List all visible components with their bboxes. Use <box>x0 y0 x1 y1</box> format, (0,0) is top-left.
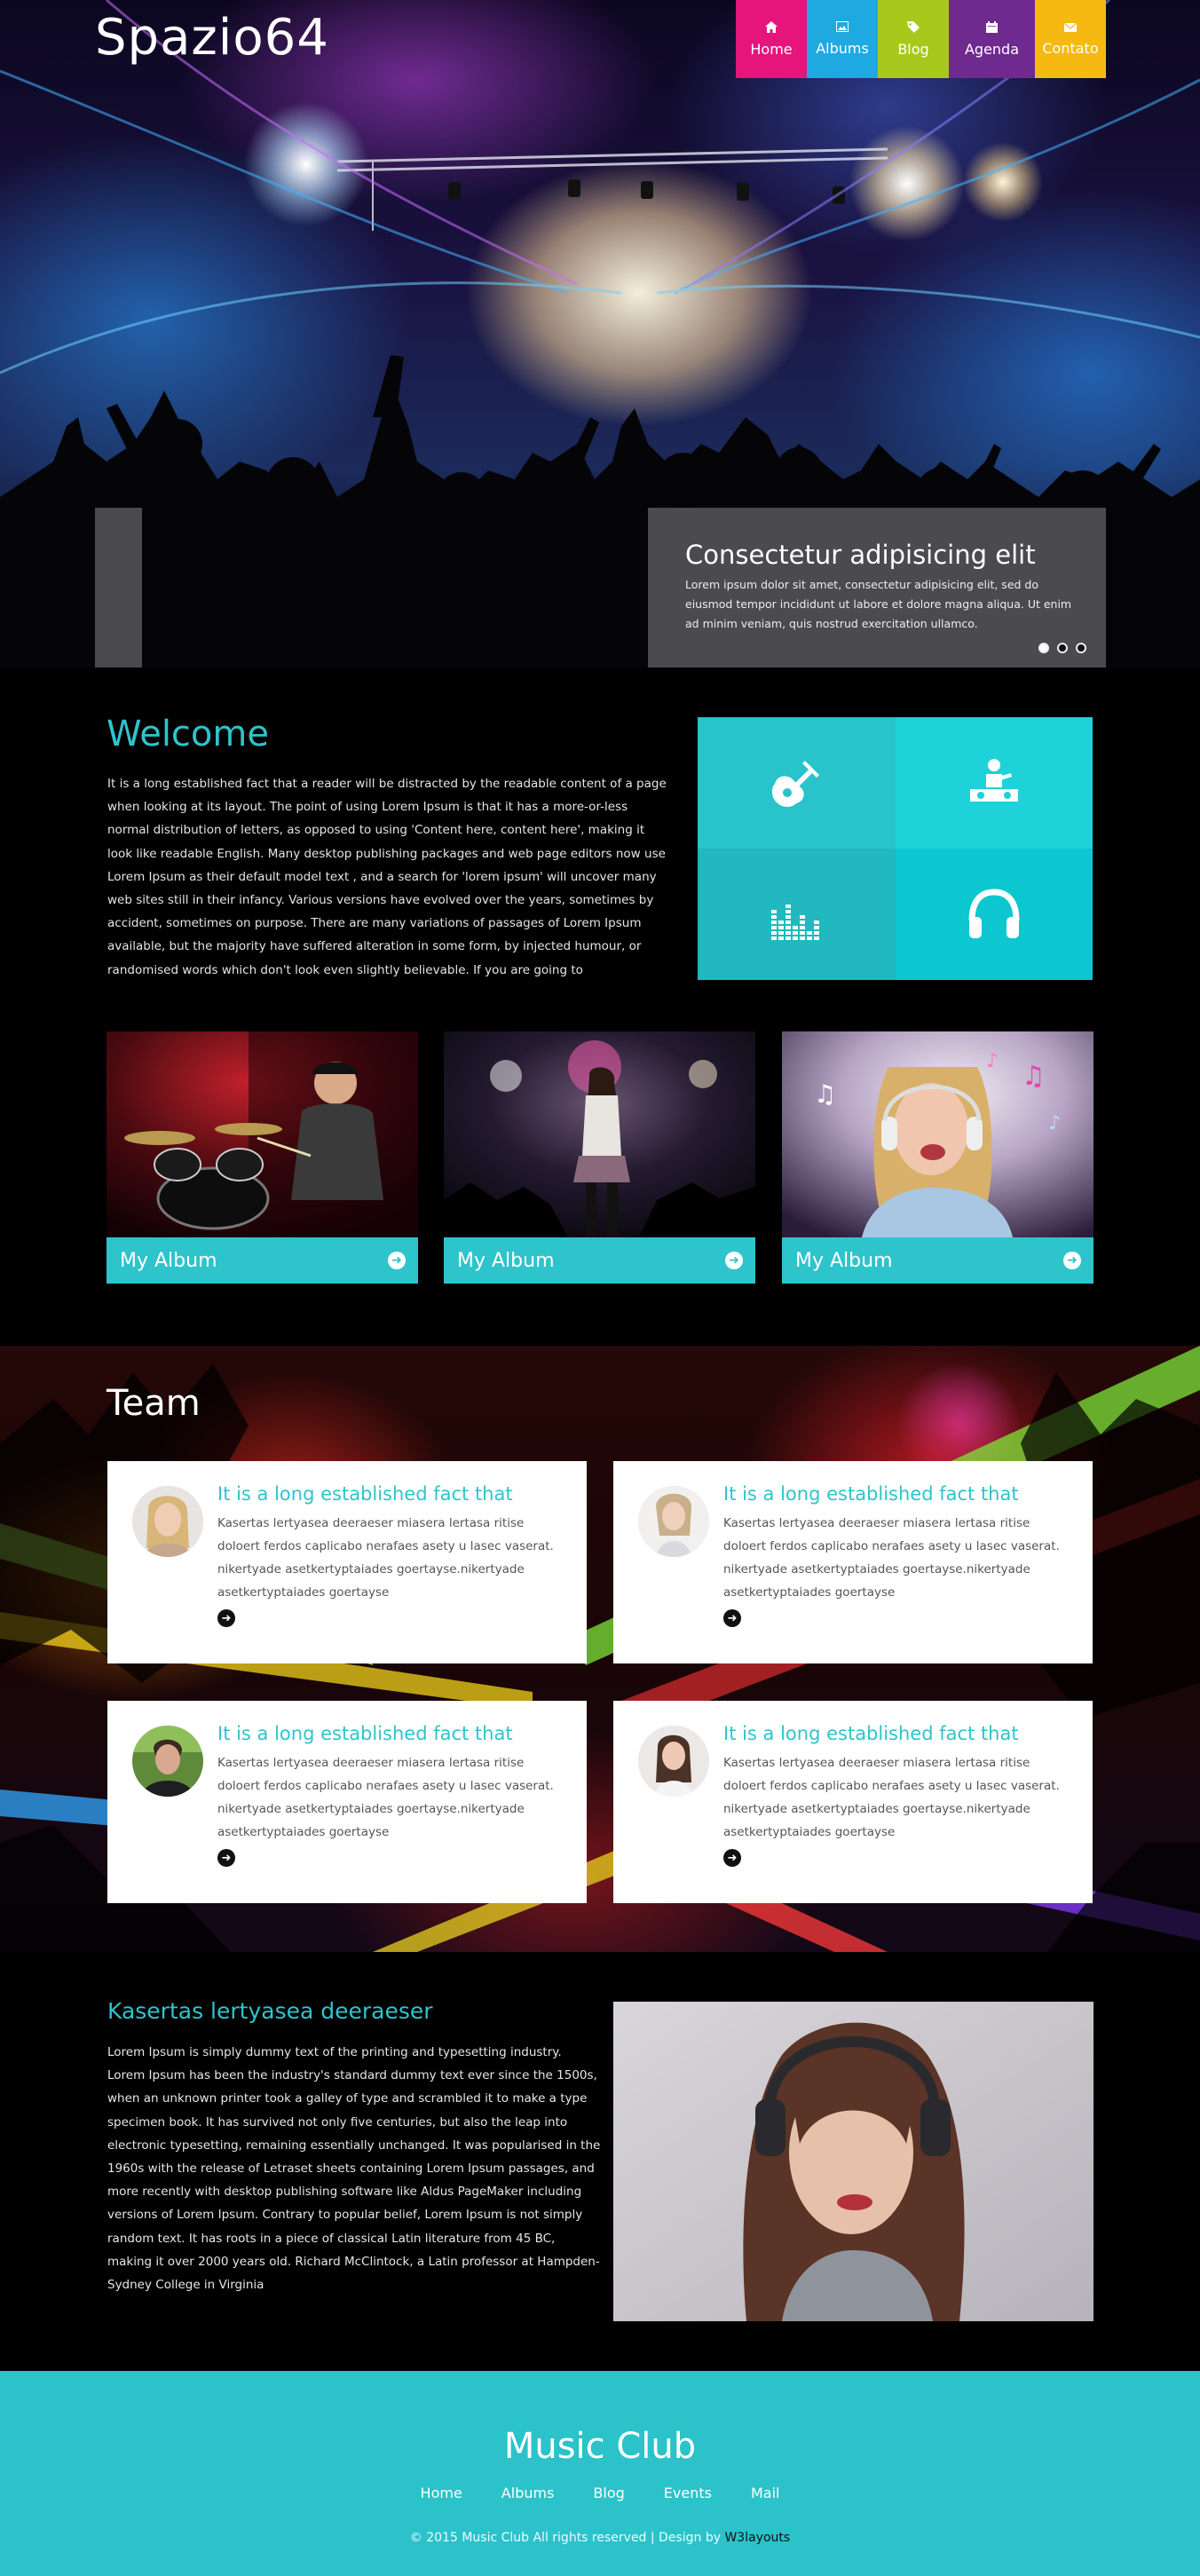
slider-dot[interactable] <box>1076 643 1086 653</box>
team-card-content: It is a long established fact that Kaser… <box>217 1483 564 1627</box>
calendar-icon <box>986 20 998 36</box>
nav-label: Home <box>750 40 793 58</box>
team-card-content: It is a long established fact that Kaser… <box>723 1483 1070 1627</box>
team-card-content: It is a long established fact that Kaser… <box>723 1723 1070 1867</box>
team-card-text: Kasertas lertyasea deeraeser miasera ler… <box>217 1756 554 1839</box>
album-photo-drummer <box>107 1031 418 1237</box>
welcome-text: It is a long established fact that a rea… <box>107 777 667 977</box>
team-card-heading: It is a long established fact that <box>217 1483 513 1505</box>
avatar <box>132 1486 203 1557</box>
arrow-right-icon[interactable]: ➜ <box>388 1252 406 1269</box>
team-card: It is a long established fact that Kaser… <box>613 1461 1093 1663</box>
envelope-icon <box>1063 22 1078 35</box>
team-card-content: It is a long established fact that Kaser… <box>217 1723 564 1867</box>
album-label: My Album <box>457 1249 555 1272</box>
album-bar: My Album ➜ <box>107 1237 418 1284</box>
nav-home[interactable]: Home <box>736 0 807 78</box>
footer: Music Club Home Albums Blog Events Mail … <box>0 2371 1200 2576</box>
footer-link-blog[interactable]: Blog <box>593 2485 624 2501</box>
welcome-title: Welcome <box>107 714 269 755</box>
team-card-heading: It is a long established fact that <box>723 1483 1019 1505</box>
arrow-right-icon[interactable]: ➜ <box>1063 1252 1081 1269</box>
nav-blog[interactable]: Blog <box>878 0 949 78</box>
tag-icon <box>907 20 920 36</box>
slider-dot[interactable] <box>1057 643 1068 653</box>
svg-text:♪: ♪ <box>986 1050 999 1072</box>
team-card-text: Kasertas lertyasea deeraeser miasera ler… <box>723 1516 1060 1600</box>
album-photo-singer <box>444 1031 755 1237</box>
album-card[interactable]: My Album ➜ <box>444 1031 755 1284</box>
designer-link[interactable]: W3layouts <box>724 2531 790 2545</box>
home-icon <box>765 20 778 36</box>
footer-link-albums[interactable]: Albums <box>501 2485 555 2501</box>
tile-dj[interactable] <box>896 717 1093 849</box>
equalizer-icon <box>770 905 819 940</box>
team-section: Team It is a long established fact that … <box>0 1346 1200 1952</box>
team-card-heading: It is a long established fact that <box>723 1723 1019 1744</box>
about-title: Kasertas lertyasea deeraeser <box>107 1998 433 2024</box>
slider-dot[interactable] <box>1038 643 1049 653</box>
slider-side-panel <box>95 508 142 668</box>
album-grid: My Album ➜ My Album ➜ ♫ ♫ ♪ ♪ My Album ➜ <box>107 1031 1093 1284</box>
arrow-right-icon[interactable]: ➜ <box>723 1609 741 1627</box>
slider-text: Lorem ipsum dolor sit amet, consectetur … <box>685 578 1072 630</box>
avatar <box>638 1486 709 1557</box>
nav-label: Agenda <box>964 40 1020 58</box>
svg-text:♫: ♫ <box>814 1079 836 1109</box>
album-card[interactable]: My Album ➜ <box>107 1031 418 1284</box>
footer-title: Music Club <box>503 2426 697 2467</box>
slider-pagination <box>1038 643 1086 653</box>
nav-label: Contato <box>1042 39 1099 57</box>
footer-link-events[interactable]: Events <box>664 2485 712 2501</box>
guitar-icon <box>771 761 819 807</box>
album-card[interactable]: ♫ ♫ ♪ ♪ My Album ➜ <box>782 1031 1093 1284</box>
team-card-text: Kasertas lertyasea deeraeser miasera ler… <box>723 1756 1060 1839</box>
tile-guitar[interactable] <box>698 717 896 849</box>
tile-headphones[interactable] <box>896 849 1093 980</box>
nav-label: Blog <box>897 40 929 58</box>
main-nav: Home Albums Blog Agenda Contato <box>736 0 1106 78</box>
svg-text:♪: ♪ <box>1048 1112 1061 1134</box>
avatar <box>638 1726 709 1797</box>
nav-agenda[interactable]: Agenda <box>949 0 1035 78</box>
about-text: Lorem Ipsum is simply dummy text of the … <box>107 2045 601 2293</box>
team-card-heading: It is a long established fact that <box>217 1723 513 1744</box>
slider-caption: Consectetur adipisicing elit Lorem ipsum… <box>648 508 1106 668</box>
headphones-icon <box>968 889 1020 938</box>
team-card-text: Kasertas lertyasea deeraeser miasera ler… <box>217 1516 554 1600</box>
site-logo[interactable]: Spazio64 <box>95 9 329 67</box>
welcome-section: Welcome It is a long established fact th… <box>0 668 1200 1346</box>
team-card: It is a long established fact that Kaser… <box>613 1701 1093 1903</box>
team-card: It is a long established fact that Kaser… <box>107 1701 587 1903</box>
avatar <box>132 1726 203 1797</box>
album-bar: My Album ➜ <box>782 1237 1093 1284</box>
dj-icon <box>970 759 1018 802</box>
copyright: © 2015 Music Club All rights reserved | … <box>0 2531 1200 2545</box>
footer-nav: Home Albums Blog Events Mail <box>0 2485 1200 2501</box>
album-label: My Album <box>120 1249 217 1272</box>
slider-title: Consectetur adipisicing elit <box>685 540 1036 570</box>
hero-slider: Spazio64 Home Albums Blog Agenda Contato… <box>0 0 1200 668</box>
arrow-right-icon[interactable]: ➜ <box>217 1849 235 1867</box>
about-section: Kasertas lertyasea deeraeser Lorem Ipsum… <box>0 1952 1200 2371</box>
arrow-right-icon[interactable]: ➜ <box>217 1609 235 1627</box>
album-label: My Album <box>795 1249 893 1272</box>
nav-contato[interactable]: Contato <box>1035 0 1106 78</box>
svg-text:♫: ♫ <box>1022 1061 1046 1092</box>
tile-equalizer[interactable] <box>698 849 896 980</box>
image-icon <box>836 21 849 35</box>
nav-albums[interactable]: Albums <box>807 0 878 78</box>
footer-link-mail[interactable]: Mail <box>751 2485 780 2501</box>
copyright-text: © 2015 Music Club All rights reserved | … <box>409 2531 725 2545</box>
about-photo-headphones-woman <box>613 2002 1093 2321</box>
album-photo-headphones-girl: ♫ ♫ ♪ ♪ <box>782 1031 1093 1237</box>
footer-link-home[interactable]: Home <box>421 2485 462 2501</box>
team-title: Team <box>107 1383 201 1424</box>
team-card: It is a long established fact that Kaser… <box>107 1461 587 1663</box>
arrow-right-icon[interactable]: ➜ <box>723 1849 741 1867</box>
feature-tiles <box>698 717 1093 980</box>
album-bar: My Album ➜ <box>444 1237 755 1284</box>
nav-label: Albums <box>816 40 869 57</box>
arrow-right-icon[interactable]: ➜ <box>725 1252 743 1269</box>
